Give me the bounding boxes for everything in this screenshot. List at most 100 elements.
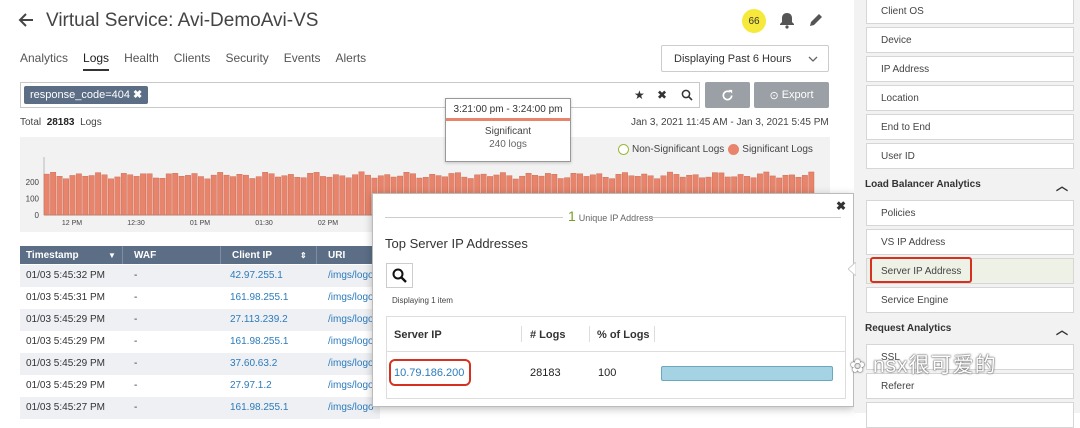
tab-events[interactable]: Events [284, 51, 321, 71]
histogram-bar[interactable] [82, 175, 89, 216]
server-ip-link[interactable]: 10.79.186.200 [394, 367, 464, 379]
histogram-bar[interactable] [332, 174, 339, 216]
histogram-bar[interactable] [101, 174, 108, 216]
histogram-bar[interactable] [249, 178, 256, 216]
histogram-bar[interactable] [120, 173, 127, 216]
histogram-bar[interactable] [43, 173, 50, 216]
tab-analytics[interactable]: Analytics [20, 51, 68, 71]
histogram-bar[interactable] [281, 175, 288, 216]
sidebar-item-end-to-end[interactable]: End to End [866, 114, 1074, 140]
col-timestamp[interactable]: Timestamp [26, 250, 79, 261]
refresh-button[interactable] [705, 82, 750, 108]
col-client-ip[interactable]: Client IP [232, 250, 272, 261]
client-ip-cell[interactable]: 161.98.255.1 [230, 292, 288, 303]
edit-pencil-icon[interactable] [807, 11, 825, 29]
histogram-bar[interactable] [133, 176, 140, 216]
uri-cell[interactable]: /imgs/logo [328, 314, 374, 325]
histogram-bar[interactable] [63, 178, 69, 216]
histogram-bar[interactable] [300, 177, 307, 216]
histogram-bar[interactable] [95, 172, 102, 216]
histogram-bar[interactable] [275, 176, 281, 216]
histogram-bar[interactable] [236, 174, 243, 216]
sidebar-item-client-os[interactable]: Client OS [866, 0, 1074, 24]
uri-cell[interactable]: /imgs/logo [328, 336, 374, 347]
sort-icon[interactable]: ⇕ [300, 251, 307, 260]
col-pct-logs[interactable]: % of Logs [597, 329, 650, 341]
histogram-bar[interactable] [69, 175, 76, 216]
histogram-bar[interactable] [88, 175, 95, 216]
filter-chip[interactable]: response_code=404 ✖ [24, 86, 149, 104]
histogram-bar[interactable] [75, 173, 82, 216]
histogram-bar[interactable] [165, 173, 172, 216]
histogram-bar[interactable] [352, 174, 359, 216]
histogram-bar[interactable] [114, 176, 121, 216]
client-ip-cell[interactable]: 27.113.239.2 [230, 314, 288, 325]
uri-cell[interactable]: /imgs/logo [328, 402, 374, 413]
histogram-bar[interactable] [153, 177, 159, 216]
client-ip-cell[interactable]: 27.97.1.2 [230, 380, 272, 391]
histogram-bar[interactable] [230, 176, 236, 216]
sidebar-item-service-engine[interactable]: Service Engine [866, 287, 1074, 313]
uri-cell[interactable]: /imgs/logo [328, 292, 374, 303]
tab-clients[interactable]: Clients [174, 51, 211, 71]
sidebar-item-vs-ip-address[interactable]: VS IP Address [866, 229, 1074, 255]
histogram-bar[interactable] [172, 173, 179, 216]
back-arrow-icon[interactable] [16, 10, 36, 30]
time-range-select[interactable]: Displaying Past 6 Hours [661, 45, 829, 72]
sort-desc-icon[interactable]: ▼ [108, 251, 116, 260]
star-icon[interactable]: ★ [634, 88, 645, 102]
histogram-bar[interactable] [210, 174, 217, 216]
histogram-bar[interactable] [108, 178, 114, 216]
popup-search-button[interactable] [386, 263, 413, 288]
clear-icon[interactable]: ✖ [657, 88, 667, 102]
section-request-analytics[interactable]: Request Analytics [865, 323, 951, 334]
uri-cell[interactable]: /imgs/logo [328, 380, 374, 391]
histogram-bar[interactable] [320, 176, 326, 216]
col-uri[interactable]: URI [328, 250, 345, 261]
histogram-bar[interactable] [345, 177, 352, 216]
table-row[interactable]: 01/03 5:45:29 PM - 27.113.239.2/imgs/logo [20, 309, 380, 331]
histogram-bar[interactable] [50, 172, 57, 216]
sidebar-item-device[interactable]: Device [866, 27, 1074, 53]
histogram-bar[interactable] [268, 173, 275, 216]
tab-security[interactable]: Security [225, 51, 268, 71]
histogram-bar[interactable] [140, 173, 147, 216]
histogram-bar[interactable] [204, 178, 211, 216]
histogram-bar[interactable] [197, 176, 204, 216]
client-ip-cell[interactable]: 161.98.255.1 [230, 336, 288, 347]
table-row[interactable]: 01/03 5:45:29 PM - 37.60.63.2/imgs/logo [20, 353, 380, 375]
histogram-bar[interactable] [326, 176, 333, 216]
col-waf[interactable]: WAF [134, 250, 156, 261]
col-logs[interactable]: # Logs [530, 329, 565, 341]
export-button[interactable]: ⊙ Export [754, 82, 829, 108]
sidebar-item-user-id[interactable]: User ID [866, 143, 1074, 169]
histogram-bar[interactable] [313, 172, 320, 216]
histogram-bar[interactable] [287, 174, 294, 216]
chevron-up-icon[interactable]: ︿ [1056, 321, 1068, 338]
tab-health[interactable]: Health [124, 51, 159, 71]
sidebar-item-more[interactable] [866, 402, 1074, 428]
table-row[interactable]: 01/03 5:45:27 PM - 161.98.255.1/imgs/logo [20, 397, 380, 419]
histogram-bar[interactable] [223, 174, 230, 216]
histogram-bar[interactable] [294, 177, 301, 216]
bell-icon[interactable] [778, 11, 796, 29]
uri-cell[interactable]: /imgs/logo [328, 358, 374, 369]
histogram-bar[interactable] [178, 175, 185, 216]
histogram-bar[interactable] [185, 175, 191, 216]
client-ip-cell[interactable]: 37.60.63.2 [230, 358, 277, 369]
histogram-bar[interactable] [307, 173, 314, 216]
table-row[interactable]: 01/03 5:45:32 PM - 42.97.255.1/imgs/logo [20, 265, 380, 287]
sidebar-item-location[interactable]: Location [866, 85, 1074, 111]
sidebar-item-ip-address[interactable]: IP Address [866, 56, 1074, 82]
popup-close-icon[interactable]: ✖ [836, 199, 846, 213]
client-ip-cell[interactable]: 161.98.255.1 [230, 402, 288, 413]
section-lb-analytics[interactable]: Load Balancer Analytics [865, 179, 981, 190]
histogram-bar[interactable] [217, 172, 224, 216]
table-row[interactable]: 01/03 5:45:31 PM - 161.98.255.1/imgs/logo [20, 287, 380, 309]
histogram-bar[interactable] [159, 178, 166, 216]
histogram-bar[interactable] [365, 174, 371, 216]
chip-remove-icon[interactable]: ✖ [133, 89, 142, 101]
alert-count-badge[interactable]: 66 [742, 9, 766, 33]
histogram-bar[interactable] [191, 173, 198, 216]
histogram-bar[interactable] [255, 176, 262, 216]
